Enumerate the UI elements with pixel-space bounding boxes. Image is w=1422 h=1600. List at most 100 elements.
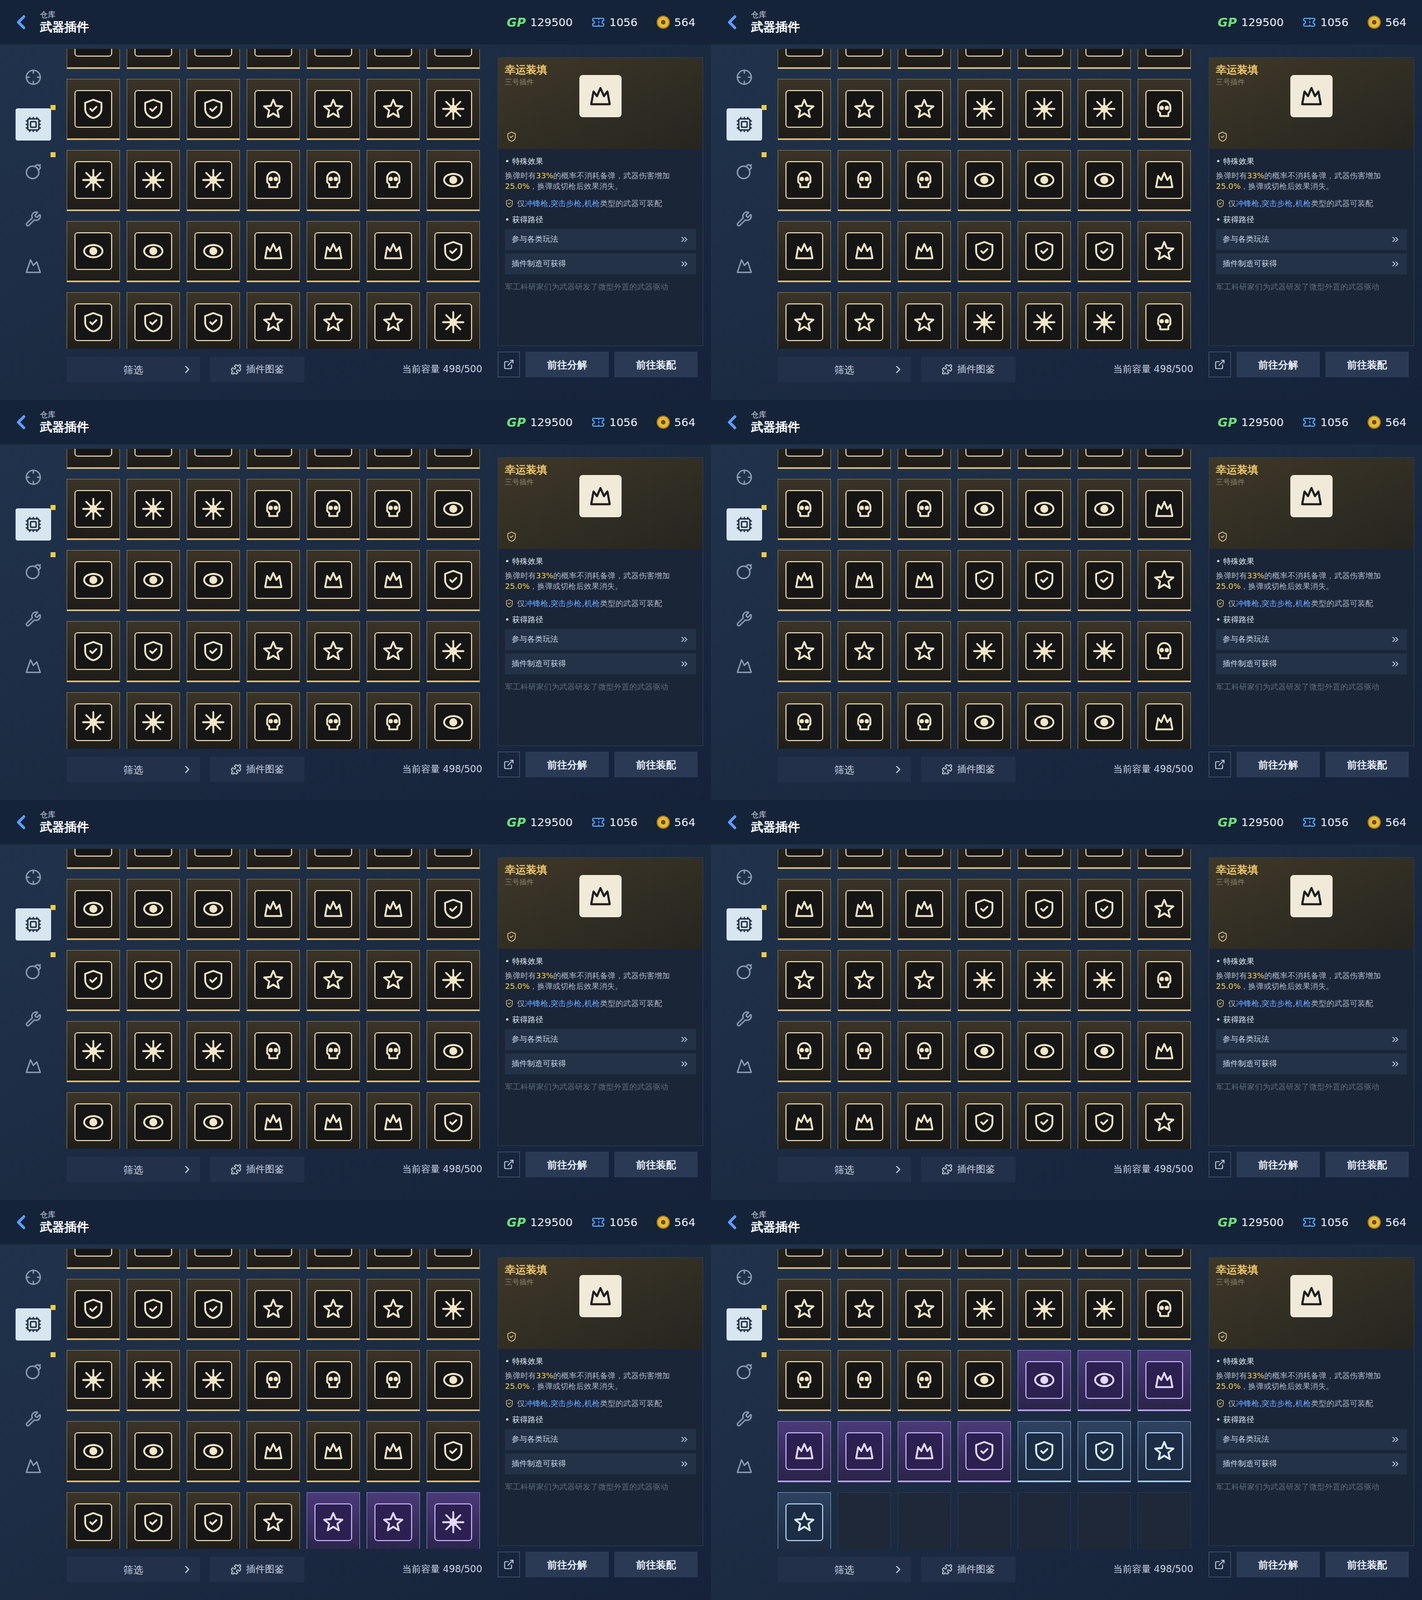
plugin-tile[interactable] <box>1017 949 1071 1011</box>
plugin-tile[interactable] <box>777 549 831 612</box>
filter-button[interactable]: 筛选 <box>777 356 911 383</box>
plugin-tile[interactable] <box>1077 78 1131 140</box>
plugin-tile[interactable] <box>1017 1020 1071 1083</box>
plugin-tile[interactable] <box>366 848 420 869</box>
equip-button[interactable]: 前往装配 <box>1325 351 1409 378</box>
plugin-tile[interactable] <box>837 221 891 283</box>
plugin-tile[interactable] <box>1137 549 1191 612</box>
plugin-tile[interactable] <box>246 292 300 349</box>
plugin-tile[interactable] <box>1137 1248 1191 1269</box>
plugin-tile[interactable] <box>426 478 480 540</box>
plugin-tile[interactable] <box>426 448 480 469</box>
plugin-tile[interactable] <box>1077 878 1131 940</box>
plugin-tile[interactable] <box>897 478 951 540</box>
plugin-tile[interactable] <box>777 448 831 469</box>
decompose-button[interactable]: 前往分解 <box>1236 751 1320 778</box>
plugin-tile[interactable] <box>957 478 1011 540</box>
plugin-tile[interactable] <box>837 149 891 212</box>
plugin-tile[interactable] <box>126 149 180 212</box>
plugin-tile[interactable] <box>837 1278 891 1340</box>
filter-button[interactable]: 筛选 <box>777 756 911 783</box>
plugin-tile[interactable] <box>246 621 300 683</box>
plugin-tile[interactable] <box>366 48 420 69</box>
plugin-tile[interactable] <box>837 1349 891 1411</box>
plugin-tile[interactable] <box>426 149 480 212</box>
plugin-tile[interactable] <box>186 1248 240 1269</box>
plugin-tile[interactable] <box>777 292 831 349</box>
plugin-tile[interactable] <box>246 692 300 749</box>
plugin-tile[interactable] <box>186 221 240 283</box>
plugin-tile[interactable] <box>246 1278 300 1340</box>
plugin-tile[interactable] <box>246 448 300 469</box>
sidebar-item[interactable] <box>15 649 52 683</box>
share-button[interactable] <box>497 1551 520 1577</box>
filter-button[interactable]: 筛选 <box>777 1556 911 1582</box>
source-button[interactable]: 插件制造可获得 <box>504 253 697 275</box>
plugin-tile[interactable] <box>66 1491 120 1549</box>
plugin-tile[interactable] <box>66 78 120 140</box>
plugin-tile[interactable] <box>306 48 360 69</box>
share-button[interactable] <box>497 351 520 378</box>
plugin-tile[interactable] <box>837 692 891 749</box>
source-button[interactable]: 参与各类玩法 <box>1215 628 1408 650</box>
plugin-tile[interactable] <box>306 78 360 140</box>
plugin-tile[interactable] <box>897 221 951 283</box>
plugin-tile[interactable] <box>366 949 420 1011</box>
plugin-tile[interactable] <box>957 621 1011 683</box>
plugin-tile[interactable] <box>186 292 240 349</box>
plugin-tile[interactable] <box>897 149 951 212</box>
sidebar-item[interactable] <box>15 955 52 988</box>
plugin-tile[interactable] <box>897 549 951 612</box>
plugin-tile[interactable] <box>246 1092 300 1149</box>
source-button[interactable]: 参与各类玩法 <box>1215 228 1408 250</box>
plugin-tile[interactable] <box>1137 1020 1191 1083</box>
plugin-tile[interactable] <box>1077 692 1131 749</box>
sidebar-item[interactable] <box>15 555 52 588</box>
plugin-tile[interactable] <box>126 1491 180 1549</box>
catalog-button[interactable]: 插件图鉴 <box>209 356 305 383</box>
plugin-tile[interactable] <box>1017 848 1071 869</box>
sidebar-item[interactable] <box>15 108 52 141</box>
plugin-tile[interactable] <box>186 848 240 869</box>
catalog-button[interactable]: 插件图鉴 <box>920 1556 1016 1582</box>
plugin-tile[interactable] <box>366 878 420 940</box>
plugin-tile[interactable] <box>126 1248 180 1269</box>
plugin-tile[interactable] <box>366 78 420 140</box>
plugin-tile[interactable] <box>66 549 120 612</box>
decompose-button[interactable]: 前往分解 <box>1236 1551 1320 1577</box>
plugin-tile[interactable] <box>126 1092 180 1149</box>
plugin-tile[interactable] <box>1017 292 1071 349</box>
plugin-tile[interactable] <box>957 549 1011 612</box>
decompose-button[interactable]: 前往分解 <box>525 1551 609 1577</box>
plugin-tile[interactable] <box>897 1278 951 1340</box>
plugin-tile[interactable] <box>1017 878 1071 940</box>
plugin-tile[interactable] <box>366 221 420 283</box>
plugin-tile[interactable] <box>306 1248 360 1269</box>
sidebar-item[interactable] <box>726 1049 763 1083</box>
sidebar-item[interactable] <box>15 508 52 541</box>
plugin-tile[interactable] <box>1137 48 1191 69</box>
sidebar-item[interactable] <box>15 908 52 941</box>
plugin-tile[interactable] <box>897 1420 951 1482</box>
plugin-tile[interactable] <box>1077 549 1131 612</box>
plugin-tile[interactable] <box>306 1491 360 1549</box>
plugin-tile[interactable] <box>306 621 360 683</box>
plugin-tile[interactable] <box>1017 1420 1071 1482</box>
plugin-tile[interactable] <box>186 149 240 212</box>
plugin-tile[interactable] <box>186 949 240 1011</box>
plugin-tile[interactable] <box>66 149 120 212</box>
plugin-tile[interactable] <box>1077 149 1131 212</box>
plugin-tile[interactable] <box>837 1092 891 1149</box>
source-button[interactable]: 插件制造可获得 <box>504 653 697 675</box>
plugin-tile[interactable] <box>1137 621 1191 683</box>
plugin-tile[interactable] <box>1017 221 1071 283</box>
sidebar-item[interactable] <box>726 155 763 188</box>
plugin-tile[interactable] <box>957 1491 1011 1549</box>
source-button[interactable]: 插件制造可获得 <box>504 1453 697 1475</box>
plugin-tile[interactable] <box>837 878 891 940</box>
plugin-tile[interactable] <box>1137 478 1191 540</box>
plugin-tile[interactable] <box>1137 448 1191 469</box>
decompose-button[interactable]: 前往分解 <box>1236 1151 1320 1178</box>
share-button[interactable] <box>1208 1551 1231 1577</box>
decompose-button[interactable]: 前往分解 <box>525 751 609 778</box>
